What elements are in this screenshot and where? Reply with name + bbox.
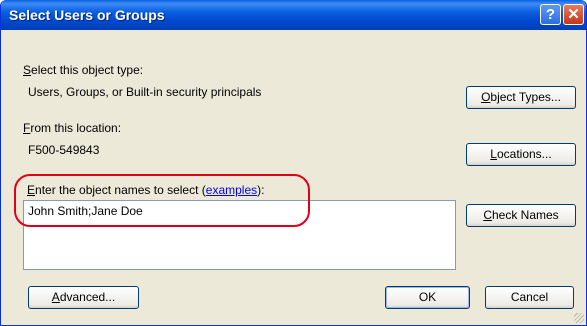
object-type-field: Users, Groups, or Built-in security prin…	[28, 85, 262, 99]
location-label: From this location:	[23, 121, 122, 135]
check-names-button[interactable]: Check Names	[466, 204, 576, 227]
select-users-dialog: Select Users or Groups ? ✕ Select this o…	[0, 0, 587, 326]
close-icon: ✕	[567, 6, 580, 23]
title-bar[interactable]: Select Users or Groups ? ✕	[1, 0, 586, 30]
object-type-label: Select this object type:	[23, 63, 144, 77]
close-button[interactable]: ✕	[563, 4, 584, 25]
resize-grip-icon[interactable]	[574, 313, 584, 323]
help-button[interactable]: ?	[540, 4, 561, 25]
help-icon: ?	[545, 6, 556, 23]
ok-button[interactable]: OK	[385, 286, 470, 309]
locations-button[interactable]: Locations...	[466, 143, 576, 166]
object-types-button[interactable]: Object Types...	[466, 86, 576, 109]
cancel-button[interactable]: Cancel	[485, 286, 574, 309]
red-highlight-annotation	[14, 174, 310, 227]
advanced-button[interactable]: Advanced...	[28, 286, 139, 309]
dialog-title: Select Users or Groups	[9, 7, 165, 23]
location-field: F500-549843	[28, 143, 100, 157]
